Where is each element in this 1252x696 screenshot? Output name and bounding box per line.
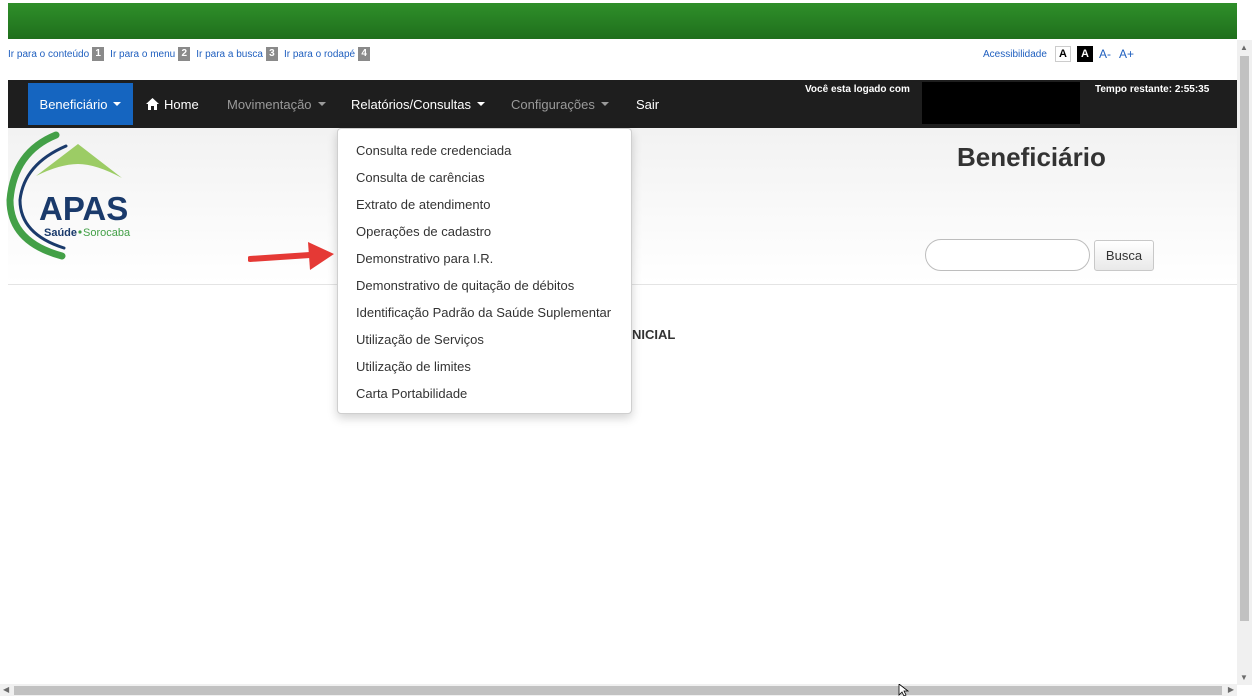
apas-logo[interactable]: APAS Saúde Sorocaba (4, 130, 144, 262)
skip-link-number: 1 (92, 47, 105, 61)
scroll-right-icon[interactable]: ▶ (1228, 685, 1234, 694)
font-increase-button[interactable]: A+ (1119, 47, 1134, 61)
search-input[interactable] (925, 239, 1090, 271)
nav-movimentacao-dropdown[interactable]: Movimentação (227, 80, 326, 128)
nav-relatorios-dropdown[interactable]: Relatórios/Consultas (351, 80, 485, 128)
main-navbar: Beneficiário Home Movimentação Relatório… (8, 80, 1237, 128)
nav-home[interactable]: Home (146, 80, 199, 128)
nav-sair[interactable]: Sair (636, 80, 659, 128)
caret-down-icon (113, 102, 122, 106)
scroll-down-icon[interactable]: ▼ (1240, 673, 1248, 682)
accessibility-link[interactable]: Acessibilidade (983, 49, 1047, 60)
menu-item-extrato-atendimento[interactable]: Extrato de atendimento (338, 193, 631, 220)
menu-item-consulta-rede[interactable]: Consulta rede credenciada (338, 139, 631, 166)
skip-link-label: Ir para o rodapé (283, 48, 356, 60)
nav-configuracoes-dropdown[interactable]: Configurações (511, 80, 609, 128)
menu-item-carta-portabilidade[interactable]: Carta Portabilidade (338, 382, 631, 409)
vertical-scroll-thumb[interactable] (1240, 56, 1249, 621)
horizontal-scrollbar[interactable]: ◀ ▶ (0, 684, 1237, 696)
nav-home-label: Home (164, 96, 199, 112)
skip-link-label: Ir para o menu (110, 48, 176, 60)
redacted-username (922, 82, 1080, 124)
page-root: Ir para o conteúdo 1 Ir para o menu 2 Ir… (0, 0, 1252, 696)
nav-configuracoes-label: Configurações (511, 96, 595, 112)
logo-sub-right: Sorocaba (83, 227, 131, 239)
caret-down-icon (600, 102, 609, 106)
scroll-left-icon[interactable]: ◀ (3, 685, 9, 694)
nav-beneficiario-dropdown[interactable]: Beneficiário (28, 83, 133, 125)
menu-item-utilizacao-servicos[interactable]: Utilização de Serviços (338, 328, 631, 355)
skip-links: Ir para o conteúdo 1 Ir para o menu 2 Ir… (8, 46, 376, 62)
horizontal-scroll-thumb[interactable] (14, 686, 1222, 695)
logo-text: APAS (39, 190, 128, 227)
nav-relatorios-label: Relatórios/Consultas (351, 96, 471, 112)
skip-link-search[interactable]: Ir para a busca 3 (196, 47, 278, 61)
session-timer: Tempo restante: 2:55:35 (1095, 84, 1210, 95)
logo-sub-left: Saúde (44, 227, 77, 239)
menu-item-consulta-carencias[interactable]: Consulta de carências (338, 166, 631, 193)
skip-link-label: Ir para o conteúdo (8, 48, 90, 60)
skip-link-number: 4 (358, 47, 371, 61)
accessibility-bar: Acessibilidade A A A- A+ (983, 45, 1142, 63)
nav-beneficiario-label: Beneficiário (39, 96, 108, 112)
menu-item-utilizacao-limites[interactable]: Utilização de limites (338, 355, 631, 382)
menu-item-demonstrativo-quitacao[interactable]: Demonstrativo de quitação de débitos (338, 274, 631, 301)
red-arrow-annotation (248, 242, 334, 270)
mouse-pointer-icon (898, 684, 910, 696)
page-title: Beneficiário (957, 142, 1106, 172)
skip-link-label: Ir para a busca (196, 48, 263, 60)
caret-down-icon (317, 102, 326, 106)
search-button[interactable]: Busca (1094, 240, 1154, 271)
relatorios-dropdown-menu: Consulta rede credenciada Consulta de ca… (337, 128, 632, 414)
font-decrease-button[interactable]: A- (1099, 47, 1111, 61)
contrast-normal-button[interactable]: A (1054, 46, 1071, 62)
logged-in-text: Você esta logado com (805, 84, 910, 95)
contrast-high-button[interactable]: A (1076, 46, 1093, 62)
vertical-scrollbar[interactable]: ▲ ▼ (1237, 40, 1252, 685)
skip-link-number: 3 (265, 47, 278, 61)
skip-link-content[interactable]: Ir para o conteúdo 1 (8, 47, 105, 61)
top-banner (8, 3, 1237, 39)
menu-item-identificacao-padrao[interactable]: Identificação Padrão da Saúde Suplementa… (338, 301, 631, 328)
nav-sair-label: Sair (636, 96, 660, 112)
skip-link-footer[interactable]: Ir para o rodapé 4 (283, 47, 371, 61)
skip-link-menu[interactable]: Ir para o menu 2 (110, 47, 191, 61)
skip-link-number: 2 (178, 47, 191, 61)
initial-page-label: NICIAL (632, 327, 676, 342)
menu-item-operacoes-cadastro[interactable]: Operações de cadastro (338, 220, 631, 247)
scroll-up-icon[interactable]: ▲ (1240, 43, 1248, 52)
caret-down-icon (476, 102, 485, 106)
nav-movimentacao-label: Movimentação (227, 96, 312, 112)
home-icon (146, 98, 159, 110)
menu-item-demonstrativo-ir[interactable]: Demonstrativo para I.R. (338, 247, 631, 274)
